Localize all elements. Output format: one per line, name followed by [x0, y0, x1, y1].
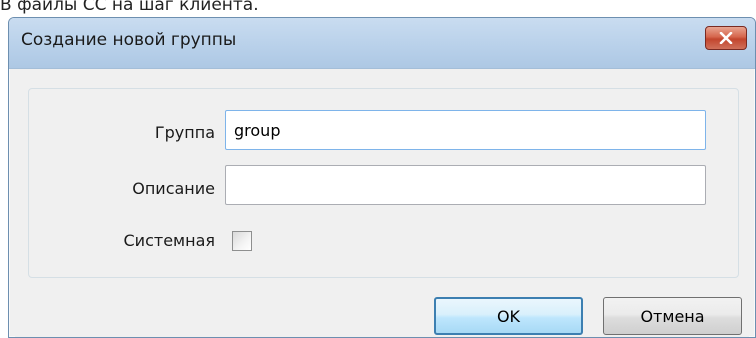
system-checkbox[interactable]: [232, 231, 252, 251]
title-bar[interactable]: Создание новой группы: [9, 18, 755, 69]
dialog-title: Создание новой группы: [21, 30, 237, 50]
close-button[interactable]: [705, 26, 747, 50]
cancel-button[interactable]: Отмена: [603, 297, 742, 335]
ok-button[interactable]: OK: [434, 297, 583, 335]
create-group-dialog: Создание новой группы Группа Описание Си…: [8, 17, 756, 338]
description-input[interactable]: [225, 165, 706, 205]
background-document-text: В файлы СС на шаг клиента.: [0, 0, 259, 15]
description-label: Описание: [132, 179, 215, 198]
system-label: Системная: [123, 231, 216, 250]
group-label: Группа: [154, 123, 215, 142]
close-icon: [719, 29, 733, 48]
group-input[interactable]: [225, 110, 706, 150]
fields-group-frame: Группа Описание Системная: [28, 88, 739, 278]
dialog-body: Группа Описание Системная OK Отмена: [15, 69, 749, 337]
